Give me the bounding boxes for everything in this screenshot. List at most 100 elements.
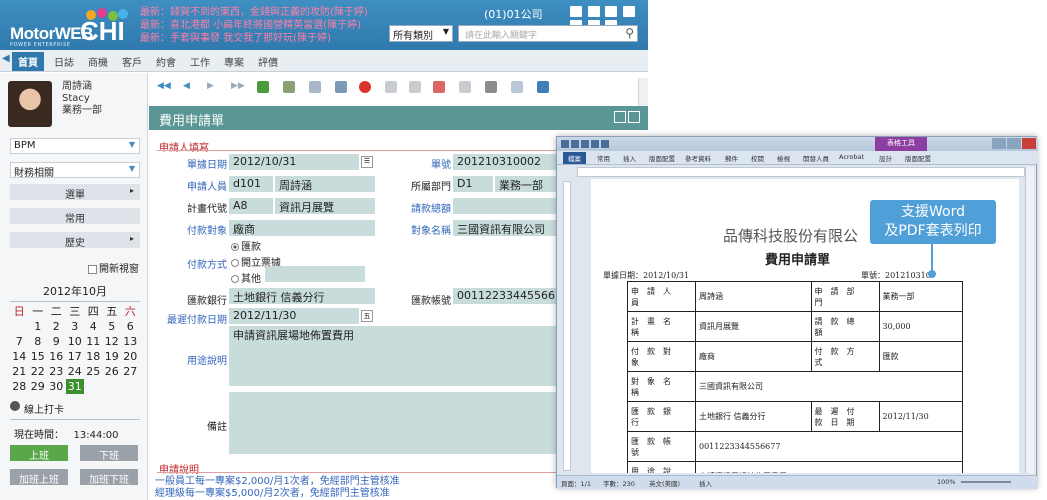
word-app-icon[interactable] [561, 140, 569, 148]
ribbon-tab[interactable]: 常用 [597, 153, 610, 163]
message-icon[interactable] [570, 6, 582, 17]
payee-field[interactable]: 廠商 [229, 220, 375, 236]
tab-appointment[interactable]: 約會 [156, 54, 176, 69]
calendar-day[interactable]: 25 [84, 364, 103, 379]
bank-field[interactable]: 土地銀行 信義分行 [229, 288, 375, 304]
overtime-out-button[interactable]: 加班下班 [80, 469, 138, 486]
category-select[interactable]: 所有類別 ▼ [389, 25, 453, 42]
checkbox-box[interactable] [88, 264, 97, 274]
calendar-day[interactable]: 15 [29, 349, 48, 364]
plan-id-field[interactable]: A8 [229, 198, 273, 214]
list-icon[interactable] [511, 81, 523, 93]
next-record-icon[interactable]: ▶ [207, 81, 214, 93]
method-other-field[interactable] [265, 266, 365, 282]
clock-in-button[interactable]: 上班 [10, 445, 68, 462]
ribbon-tab[interactable]: 開發人員 [803, 153, 829, 163]
calendar-day[interactable]: 7 [10, 334, 29, 349]
radio-button[interactable] [231, 259, 239, 267]
calendar-day[interactable]: 16 [47, 349, 66, 364]
news-item[interactable]: 最新：手套與事發 我交我了那好玩(陳于婷) [140, 32, 380, 45]
print-icon[interactable] [485, 81, 497, 93]
export-excel-icon[interactable] [257, 81, 269, 93]
new-window-checkbox[interactable]: 開新視窗 [88, 260, 139, 275]
vertical-ruler[interactable] [563, 181, 571, 471]
maximize-icon[interactable] [1007, 138, 1021, 149]
date-picker-icon[interactable]: ☰ [361, 156, 373, 168]
plan-name-field[interactable]: 資訊月展覽 [275, 198, 375, 214]
ribbon-tab[interactable]: 版面配置 [905, 153, 931, 163]
calendar-day[interactable]: 1 [29, 319, 48, 334]
news-item[interactable]: 最新：喜北港都 小扁年終將國營精英當選(陳于婷) [140, 19, 380, 32]
save-icon[interactable] [571, 140, 579, 148]
calendar-day[interactable]: 3 [66, 319, 85, 334]
radio-button[interactable] [231, 275, 239, 283]
date-field[interactable]: 2012/10/31 [229, 154, 359, 170]
search-input[interactable]: 請在此輸入關鍵字 ⚲ [458, 25, 638, 42]
no-field[interactable]: 201210310002 [453, 154, 563, 170]
calendar-day[interactable]: 9 [47, 334, 66, 349]
print-icon[interactable] [601, 140, 609, 148]
zoom-level[interactable]: 100% [937, 478, 956, 486]
delete-icon[interactable] [359, 81, 371, 93]
radio-button[interactable] [231, 243, 239, 251]
calendar-day[interactable]: 5 [103, 319, 122, 334]
redo-icon[interactable] [591, 140, 599, 148]
calendar-day[interactable]: 31 [65, 379, 84, 394]
ribbon-tab[interactable]: 版面配置 [649, 153, 675, 163]
attach-icon[interactable] [459, 81, 471, 93]
calendar-day[interactable]: 17 [66, 349, 85, 364]
avatar[interactable] [8, 81, 52, 127]
calendar-day[interactable]: 29 [29, 379, 48, 394]
ribbon-tab[interactable]: 插入 [623, 153, 636, 163]
calendar-day[interactable]: 8 [29, 334, 48, 349]
clock-out-button[interactable]: 下班 [80, 445, 138, 462]
copy-icon[interactable] [309, 81, 321, 93]
calendar-day[interactable]: 14 [10, 349, 29, 364]
word-scrollbar[interactable] [1025, 167, 1034, 473]
tab-work[interactable]: 工作 [190, 54, 210, 69]
dept-name-field[interactable]: 業務一部 [495, 176, 565, 192]
calendar-day[interactable]: 19 [103, 349, 122, 364]
tab-file[interactable]: 檔案 [563, 152, 586, 164]
ribbon-tab[interactable]: 郵件 [725, 153, 738, 163]
ribbon-tab[interactable]: 參考資料 [685, 153, 711, 163]
ribbon-tab[interactable]: Acrobat [839, 153, 864, 161]
tab-journal[interactable]: 日誌 [54, 54, 74, 69]
due-field[interactable]: 2012/11/30 [229, 308, 359, 324]
prev-record-icon[interactable]: ◀ [183, 81, 190, 93]
save-icon[interactable] [385, 81, 397, 93]
calendar-day[interactable]: 18 [84, 349, 103, 364]
brand-logo[interactable]: MotorWEB CHI POWER ENTERPRISE [6, 8, 134, 48]
history-button[interactable]: 歷史 ▸ [10, 232, 140, 249]
calendar-day[interactable]: 27 [121, 364, 140, 379]
tab-customer[interactable]: 客戶 [122, 54, 142, 69]
calendar-day[interactable]: 23 [47, 364, 66, 379]
tab-project[interactable]: 專案 [224, 54, 244, 69]
ribbon-tab[interactable]: 檢視 [777, 153, 790, 163]
news-item[interactable]: 最新：錢賀不到的東西，金錢與正義的攻防(陳于婷) [140, 6, 380, 19]
new-record-icon[interactable] [283, 81, 295, 93]
purpose-field[interactable]: 申請資訊展場地佈置費用 [229, 326, 559, 386]
maximize-icon[interactable] [628, 111, 640, 123]
category-filter-select[interactable]: 財務相關 ▼ [10, 162, 140, 179]
last-record-icon[interactable]: ▶▶ [231, 81, 245, 93]
applicant-id-field[interactable]: d101 [229, 176, 273, 192]
search-icon[interactable]: ⚲ [625, 26, 634, 40]
undo-icon[interactable] [409, 81, 421, 93]
amount-field[interactable] [453, 198, 563, 214]
calendar-day[interactable]: 20 [121, 349, 140, 364]
expand-icon[interactable] [614, 111, 626, 123]
close-icon[interactable] [1022, 138, 1036, 149]
first-record-icon[interactable]: ◀◀ [157, 81, 171, 93]
menu-button[interactable]: 選單 ▸ [10, 184, 140, 201]
calendar-day[interactable]: 30 [47, 379, 66, 394]
calendar-day[interactable]: 2 [47, 319, 66, 334]
calendar-day[interactable]: 13 [121, 334, 140, 349]
calendar-day[interactable]: 21 [10, 364, 29, 379]
overtime-in-button[interactable]: 加班上班 [10, 469, 68, 486]
horizontal-ruler[interactable] [577, 167, 1025, 177]
calendar-day[interactable]: 6 [121, 319, 140, 334]
method-option-other[interactable]: 其他 [231, 270, 261, 285]
calendar-day[interactable]: 22 [29, 364, 48, 379]
dept-id-field[interactable]: D1 [453, 176, 493, 192]
